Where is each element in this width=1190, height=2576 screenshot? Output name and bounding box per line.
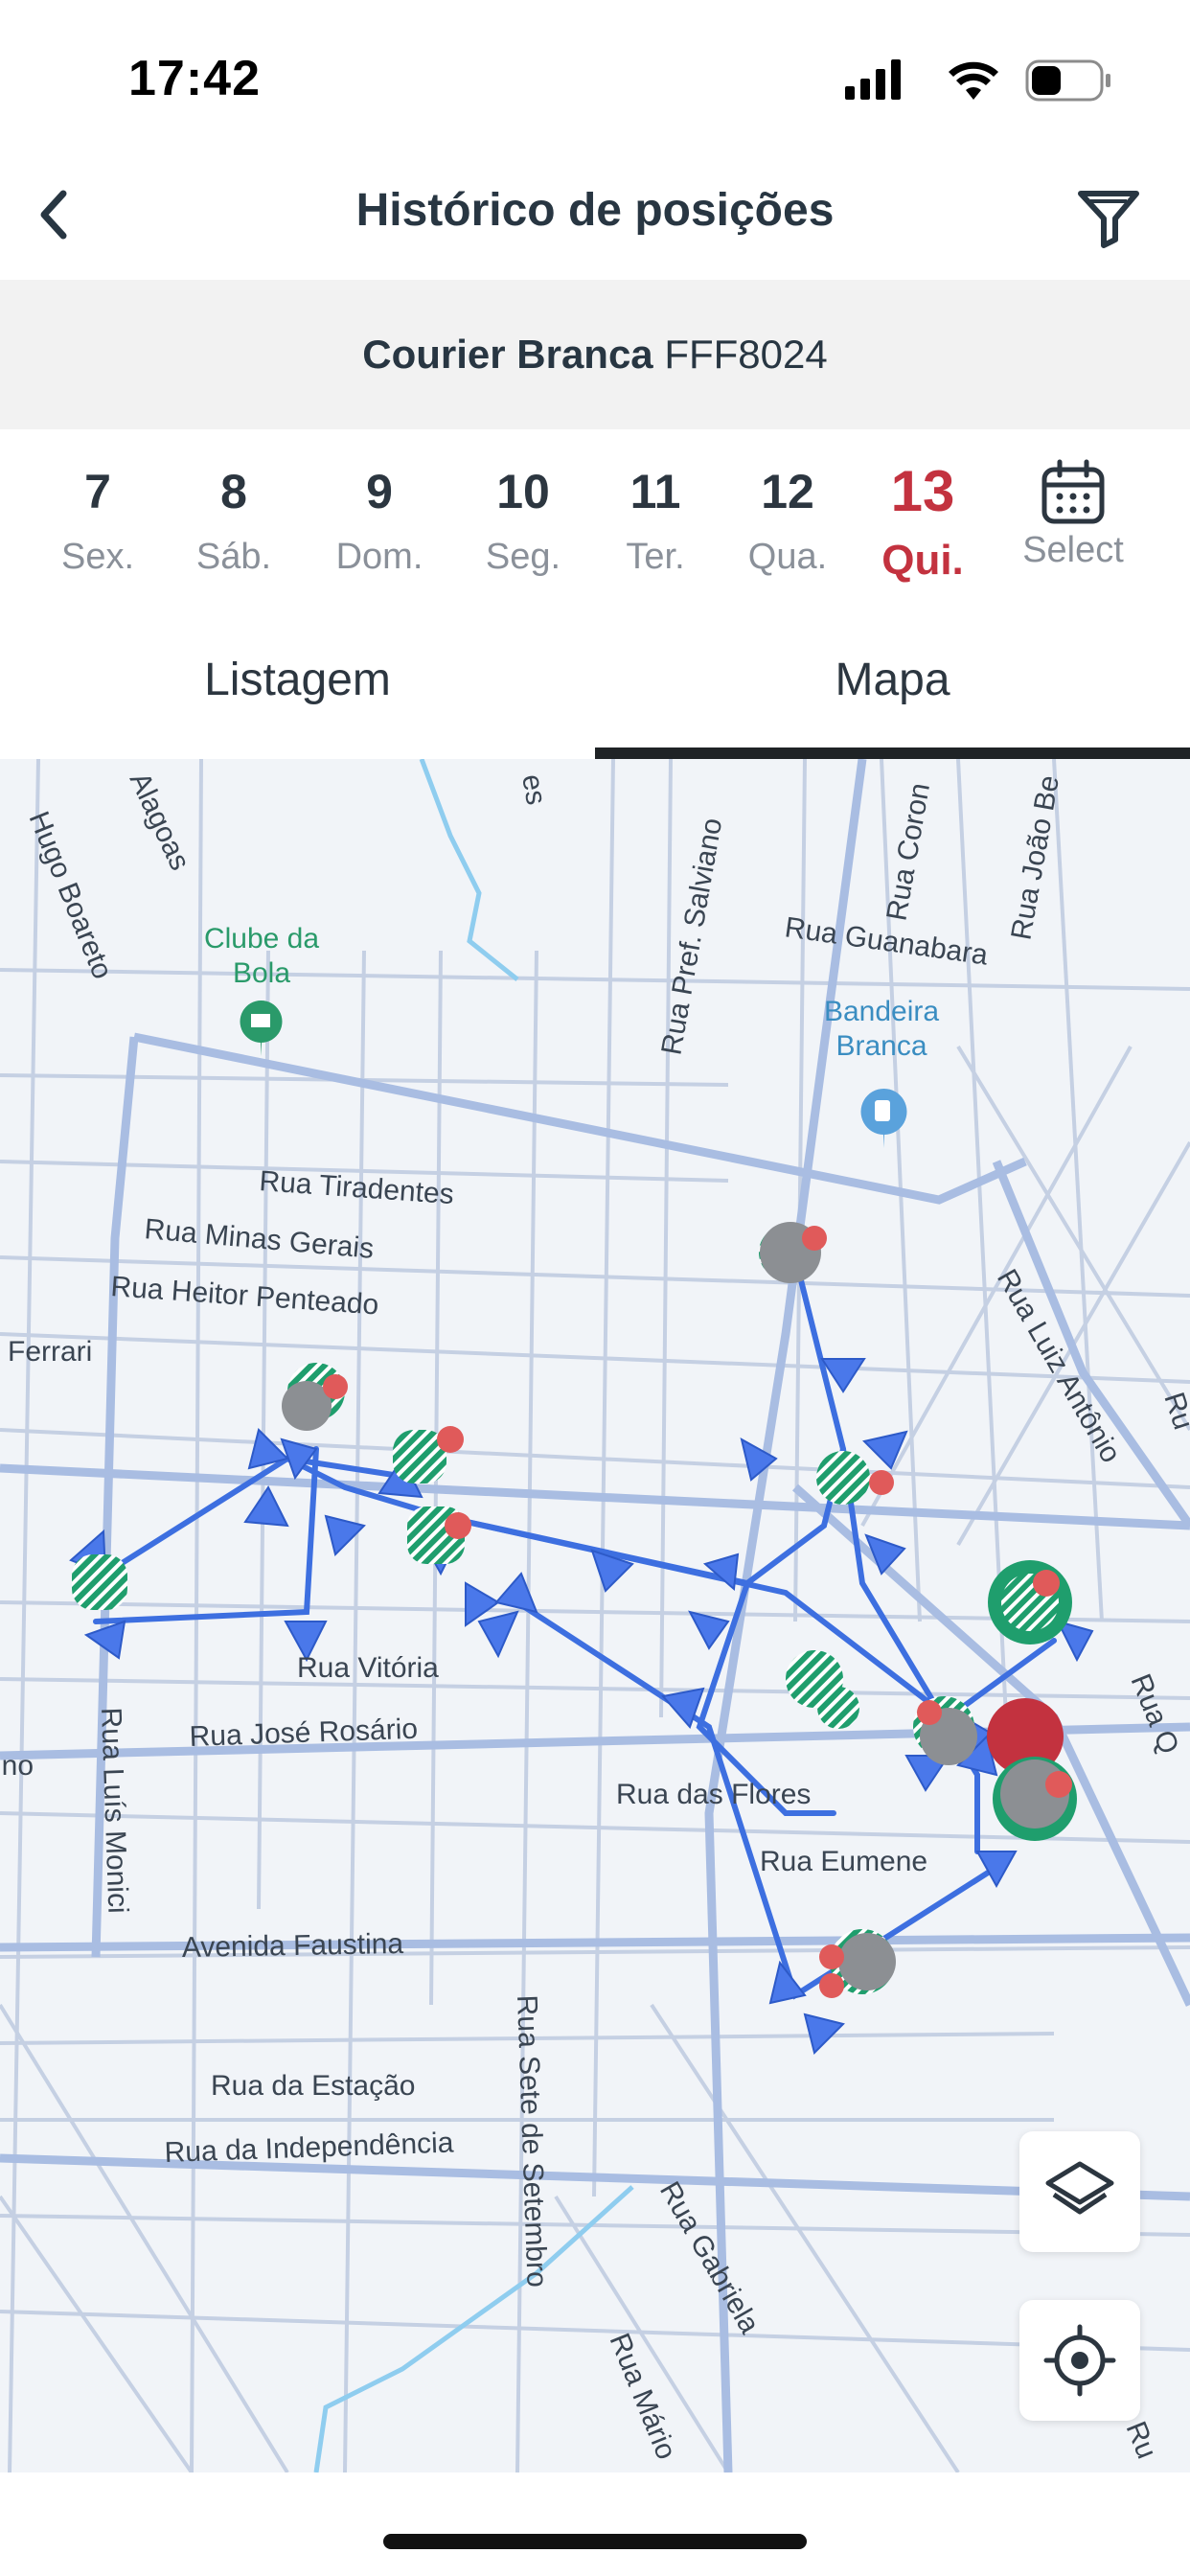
street-label: ino [0, 1750, 34, 1782]
date-item[interactable]: 8 Sáb. [167, 450, 301, 578]
date-number: 9 [366, 465, 393, 518]
status-icons [845, 59, 1110, 102]
date-weekday: Sex. [60, 537, 135, 577]
date-number: 12 [761, 465, 814, 518]
date-weekday: Ter. [626, 537, 685, 577]
date-item[interactable]: 9 Dom. [312, 450, 446, 578]
street-label: Ru [1157, 1389, 1190, 1434]
date-number: 8 [220, 465, 247, 518]
date-item[interactable]: 11 Ter. [588, 450, 722, 578]
view-tabs: Listagem Mapa [0, 623, 1190, 759]
calendar-icon [1041, 459, 1105, 524]
date-weekday: Qua. [747, 537, 828, 577]
map-view[interactable]: Hugo Boareto Alagoas es Rua Pref. Salvia… [0, 759, 1190, 2472]
street-label: Rua Gabriela [653, 2176, 766, 2339]
header: Histórico de posições [0, 153, 1190, 278]
status-bar: 17:42 [0, 0, 1190, 153]
street-label: Ferrari [8, 1336, 92, 1368]
date-picker-button[interactable]: Select [1006, 450, 1140, 571]
street-label: Rua Q [1125, 1669, 1185, 1759]
date-item[interactable]: 7 Sex. [31, 450, 165, 578]
poi-pin-clube [240, 1000, 283, 1056]
vehicle-plate: FFF8024 [664, 332, 828, 377]
date-item-selected[interactable]: 13 Qui. [856, 450, 990, 585]
map-canvas[interactable]: Hugo Boareto Alagoas es Rua Pref. Salvia… [0, 759, 1190, 2472]
filter-icon[interactable] [1065, 172, 1152, 259]
date-weekday: Seg. [485, 537, 561, 577]
vehicle-bar: Courier Branca FFF8024 [0, 280, 1190, 429]
poi-label-fuel[interactable]: Bandeira Branca [810, 995, 953, 1064]
page-title: Histórico de posições [355, 185, 835, 236]
street-label: Alagoas [124, 768, 196, 875]
date-weekday: Qui. [881, 537, 964, 584]
street-label: Rua João Be [1005, 773, 1065, 943]
street-label: Rua da Independência [164, 2127, 454, 2169]
street-label: es [515, 771, 552, 807]
vehicle-name: Courier Branca [362, 332, 653, 377]
street-label: Rua Coron [881, 781, 936, 924]
street-label: Rua Minas Gerais [143, 1213, 375, 1265]
locate-icon [1043, 2324, 1116, 2397]
status-time: 17:42 [128, 51, 261, 106]
date-number: 13 [890, 459, 955, 523]
street-label: Rua Mário [604, 2329, 682, 2464]
home-indicator [383, 2534, 807, 2549]
layers-button[interactable] [1019, 2131, 1140, 2252]
battery-icon [1025, 59, 1110, 102]
street-label: Rua Pref. Salviano [655, 816, 728, 1057]
street-label: Avenida Faustina [182, 1928, 404, 1964]
street-label: Rua das Flores [616, 1779, 811, 1810]
street-label: Rua Heitor Penteado [110, 1271, 380, 1321]
select-label: Select [1022, 530, 1124, 570]
tab-indicator [595, 748, 1190, 759]
street-label: Rua Eumene [760, 1846, 927, 1877]
layers-icon [1045, 2161, 1114, 2215]
date-weekday: Dom. [335, 537, 423, 577]
street-label: Ru [1120, 2417, 1163, 2463]
signal-icon [845, 59, 901, 100]
wifi-icon [949, 61, 998, 100]
date-item[interactable]: 10 Seg. [456, 450, 590, 578]
poi-label-clube[interactable]: Clube da Bola [190, 922, 333, 991]
street-label: Rua Guanabara [783, 911, 990, 971]
locate-button[interactable] [1019, 2300, 1140, 2421]
date-item[interactable]: 12 Qua. [721, 450, 855, 578]
tab-map[interactable]: Mapa [595, 623, 1190, 751]
date-weekday: Sáb. [195, 537, 272, 577]
street-label: Rua da Estação [211, 2070, 415, 2102]
street-label: Rua Vitória [297, 1652, 439, 1684]
date-number: 10 [496, 465, 550, 518]
date-number: 11 [629, 465, 681, 518]
date-number: 7 [84, 465, 111, 518]
tab-list[interactable]: Listagem [0, 623, 595, 751]
date-selector: 7 Sex. 8 Sáb. 9 Dom. 10 Seg. 11 Ter. 12 … [0, 450, 1190, 613]
